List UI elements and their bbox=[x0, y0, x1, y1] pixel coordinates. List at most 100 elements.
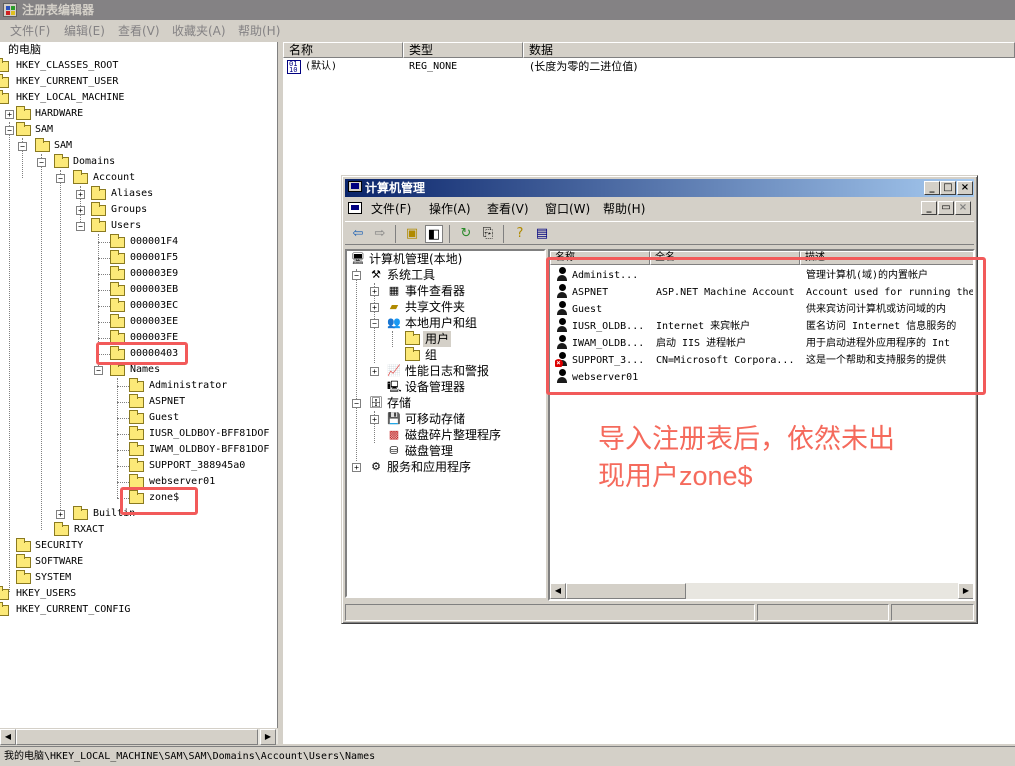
folder-icon bbox=[110, 266, 125, 280]
tree-label: Domains bbox=[73, 156, 116, 167]
disk-management-icon: ⛁ bbox=[389, 444, 399, 457]
cm-menu-view[interactable]: 查看(V) bbox=[487, 201, 529, 217]
menu-file[interactable]: 文件(F) bbox=[10, 23, 50, 39]
tools-icon: ⚒ bbox=[371, 268, 381, 281]
tree-label: Groups bbox=[111, 204, 148, 215]
folder-open-icon bbox=[110, 362, 125, 376]
minimize-button[interactable]: _ bbox=[924, 181, 940, 195]
expand-icon[interactable]: + bbox=[352, 463, 361, 472]
collapse-icon[interactable]: − bbox=[94, 366, 103, 375]
collapse-icon[interactable]: − bbox=[352, 399, 361, 408]
collapse-icon[interactable]: − bbox=[76, 222, 85, 231]
child-minimize-button[interactable]: _ bbox=[921, 201, 937, 215]
scroll-right-icon[interactable]: ▶ bbox=[260, 729, 276, 745]
cm-tree-label: 性能日志和警报 bbox=[405, 364, 490, 378]
tree-label: Aliases bbox=[111, 188, 154, 199]
maximize-button[interactable]: □ bbox=[940, 181, 956, 195]
tree-label: HKEY_LOCAL_MACHINE bbox=[16, 92, 125, 103]
tree-label: SAM bbox=[54, 140, 73, 151]
tree-label: 000003EB bbox=[130, 284, 179, 295]
collapse-icon[interactable]: − bbox=[56, 174, 65, 183]
tree-label: Guest bbox=[149, 412, 180, 423]
scroll-left-icon[interactable]: ◀ bbox=[550, 583, 566, 599]
tree-label: 000003E9 bbox=[130, 268, 179, 279]
value-name[interactable]: (默认) bbox=[305, 60, 337, 74]
child-close-button[interactable]: × bbox=[955, 201, 971, 215]
expand-icon[interactable]: + bbox=[5, 110, 14, 119]
help-icon[interactable]: ? bbox=[511, 225, 529, 243]
annotation-line-2: 现用户zone$ bbox=[598, 461, 753, 491]
close-button[interactable]: × bbox=[957, 181, 973, 195]
collapse-icon[interactable]: − bbox=[37, 158, 46, 167]
menu-view[interactable]: 查看(V) bbox=[118, 23, 160, 39]
folder-icon bbox=[0, 74, 9, 88]
folder-icon bbox=[73, 506, 88, 520]
properties-icon[interactable]: ▤ bbox=[533, 225, 551, 243]
cm-tree-label: 磁盘碎片整理程序 bbox=[405, 428, 502, 442]
expand-icon[interactable]: + bbox=[76, 206, 85, 215]
show-hide-tree-icon[interactable]: ◧ bbox=[425, 225, 443, 243]
cm-title-bar[interactable]: 计算机管理 _ □ × bbox=[345, 179, 974, 197]
folder-open-icon bbox=[405, 331, 420, 345]
registry-tree-pane[interactable]: 的电脑 HKEY_CLASSES_ROOT HKEY_CURRENT_USER … bbox=[0, 42, 278, 728]
expand-icon[interactable]: + bbox=[56, 510, 65, 519]
cm-console-tree[interactable]: 🖥 计算机管理(本地) − ⚒ 系统工具 + ▦ 事件查看器 + ▰ 共享文件夹… bbox=[345, 249, 546, 598]
folder-icon bbox=[110, 298, 125, 312]
refresh-icon[interactable]: ↻ bbox=[457, 225, 475, 243]
column-header-data[interactable]: 数据 bbox=[523, 42, 1015, 58]
folder-icon bbox=[405, 347, 420, 361]
column-header-name[interactable]: 名称 bbox=[283, 42, 403, 58]
computer-management-window: 计算机管理 _ □ × 文件(F) 操作(A) 查看(V) 窗口(W) 帮助(H… bbox=[341, 175, 978, 624]
tree-label: HKEY_USERS bbox=[16, 588, 77, 599]
export-list-icon[interactable]: ⎘ bbox=[479, 225, 497, 243]
registry-menu-bar: 文件(F) 编辑(E) 查看(V) 收藏夹(A) 帮助(H) bbox=[0, 20, 1015, 42]
up-folder-icon[interactable]: ▣ bbox=[403, 225, 421, 243]
tree-label: SAM bbox=[35, 124, 54, 135]
collapse-icon[interactable]: − bbox=[352, 271, 361, 280]
folder-icon bbox=[110, 250, 125, 264]
cm-tree-label: 磁盘管理 bbox=[405, 444, 454, 458]
annotation-line-1: 导入注册表后，依然未出 bbox=[598, 424, 895, 454]
tree-label: SECURITY bbox=[35, 540, 84, 551]
cm-tree-label: 组 bbox=[425, 348, 438, 362]
registry-title-bar: 注册表编辑器 bbox=[0, 0, 1015, 20]
binary-value-icon: 01 10 bbox=[287, 60, 301, 74]
cm-tree-label: 计算机管理(本地) bbox=[369, 252, 463, 266]
menu-help[interactable]: 帮助(H) bbox=[238, 23, 280, 39]
expand-icon[interactable]: + bbox=[370, 367, 379, 376]
cm-menu-help[interactable]: 帮助(H) bbox=[603, 201, 645, 217]
tree-label: ASPNET bbox=[149, 396, 186, 407]
scroll-left-icon[interactable]: ◀ bbox=[0, 729, 16, 745]
cm-menu-action[interactable]: 操作(A) bbox=[429, 201, 471, 217]
folder-icon bbox=[16, 106, 31, 120]
value-data: (长度为零的二进位值) bbox=[530, 60, 638, 73]
scroll-right-icon[interactable]: ▶ bbox=[958, 583, 973, 599]
folder-icon bbox=[16, 570, 31, 584]
cm-menu-file[interactable]: 文件(F) bbox=[371, 201, 411, 217]
menu-edit[interactable]: 编辑(E) bbox=[64, 23, 105, 39]
scrollbar-thumb[interactable] bbox=[16, 729, 258, 745]
collapse-icon[interactable]: − bbox=[5, 126, 14, 135]
status-path: 我的电脑\HKEY_LOCAL_MACHINE\SAM\SAM\Domains\… bbox=[4, 751, 376, 762]
tree-label: 000003EC bbox=[130, 300, 179, 311]
collapse-icon[interactable]: − bbox=[18, 142, 27, 151]
list-horizontal-scrollbar[interactable]: ◀ ▶ bbox=[550, 583, 973, 599]
menu-favorites[interactable]: 收藏夹(A) bbox=[172, 23, 226, 39]
forward-arrow-icon[interactable]: ⇨ bbox=[371, 225, 389, 243]
child-restore-button[interactable]: ▭ bbox=[938, 201, 954, 215]
highlight-box-zone bbox=[120, 487, 198, 515]
collapse-icon[interactable]: − bbox=[370, 319, 379, 328]
expand-icon[interactable]: + bbox=[370, 415, 379, 424]
expand-icon[interactable]: + bbox=[370, 287, 379, 296]
back-arrow-icon[interactable]: ⇦ bbox=[349, 225, 367, 243]
tree-horizontal-scrollbar[interactable]: ◀ ▶ bbox=[0, 728, 278, 745]
column-header-type[interactable]: 类型 bbox=[403, 42, 523, 58]
cm-menu-window[interactable]: 窗口(W) bbox=[545, 201, 590, 217]
scrollbar-thumb[interactable] bbox=[566, 583, 686, 599]
expand-icon[interactable]: + bbox=[370, 303, 379, 312]
cm-status-bar bbox=[345, 603, 974, 622]
value-type: REG_NONE bbox=[409, 61, 458, 72]
computer-icon bbox=[348, 181, 362, 192]
expand-icon[interactable]: + bbox=[76, 190, 85, 199]
cm-tree-label: 系统工具 bbox=[387, 268, 436, 282]
